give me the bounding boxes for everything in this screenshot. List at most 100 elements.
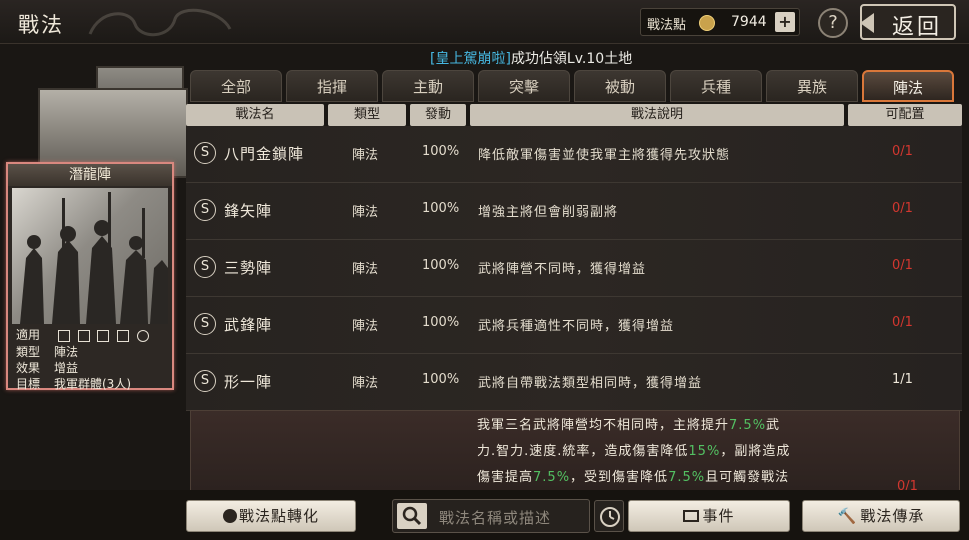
info-key: 適用 — [16, 328, 41, 342]
tactic-config-count: 0/1 — [892, 315, 913, 330]
tactic-config-count: 1/1 — [892, 372, 913, 387]
tactic-points-value: 7944 — [731, 14, 767, 30]
cavalry-icon — [57, 329, 70, 342]
history-clock-button[interactable] — [594, 500, 624, 532]
inherit-tactic-label: 戰法傳承 — [860, 507, 925, 525]
back-button[interactable]: 返回 — [860, 4, 956, 40]
tactic-rate: 100% — [422, 201, 460, 216]
wheel-icon — [137, 329, 150, 342]
grade-s-badge: S — [194, 370, 216, 392]
info-value: 陣法 — [54, 345, 79, 359]
tactic-description: 武將兵種適性不同時，獲得增益 — [478, 319, 675, 334]
tactic-rate: 100% — [422, 258, 460, 273]
tactic-config-count: 0/1 — [892, 258, 913, 273]
detail-text: 武 — [766, 418, 781, 433]
search-box[interactable]: 戰法名稱或描述 — [392, 499, 590, 533]
info-row-target: 目標 我軍群體(3人) — [16, 375, 131, 392]
tab-all[interactable]: 全部 — [190, 70, 282, 102]
tactic-name: 武鋒陣 — [224, 316, 273, 334]
convert-points-button[interactable]: 戰法點轉化 — [186, 500, 356, 532]
column-header-config[interactable]: 可配置 — [848, 104, 962, 126]
announcement-player: [皇上駕崩啦] — [430, 51, 511, 67]
tactic-description: 降低敵軍傷害並使我軍主將獲得先攻狀態 — [478, 148, 731, 163]
tab-assault[interactable]: 突擊 — [478, 70, 570, 102]
column-header-rate[interactable]: 發動 — [410, 104, 466, 126]
tactic-rate: 100% — [422, 144, 460, 159]
search-input[interactable]: 戰法名稱或描述 — [439, 507, 551, 528]
grade-s-badge: S — [194, 142, 216, 164]
detail-value: 15% — [688, 444, 721, 459]
search-icon[interactable] — [397, 503, 427, 529]
selected-tactic-card[interactable]: 潛龍陣 適用 類型 陣法 效果 增益 目標 我軍群體(3人) — [6, 162, 174, 392]
selected-tactic-detail[interactable]: 我軍三名武將陣營均不相同時，主將提升7.5%武 力.智力.速度.統率，造成傷害降… — [190, 410, 960, 500]
tactic-points-label: 戰法點 — [647, 18, 687, 33]
info-row-effect: 效果 增益 — [16, 359, 78, 376]
tactic-description: 增強主將但會削弱副將 — [478, 205, 619, 220]
info-key: 效果 — [16, 361, 41, 375]
detail-text: 力.智力.速度.統率，造成傷害降低 — [477, 444, 689, 459]
detail-value: 7.5% — [668, 470, 706, 485]
tactic-config-count: 0/1 — [892, 144, 913, 159]
column-header-name[interactable]: 戰法名 — [186, 104, 324, 126]
tab-troop-type[interactable]: 兵種 — [670, 70, 762, 102]
tab-command[interactable]: 指揮 — [286, 70, 378, 102]
inherit-tactic-button[interactable]: 🔨 戰法傳承 — [802, 500, 960, 532]
tactic-type: 陣法 — [352, 319, 379, 334]
info-value: 我軍群體(3人) — [54, 377, 131, 391]
column-header-type[interactable]: 類型 — [328, 104, 406, 126]
tactic-card-artwork — [12, 188, 168, 324]
table-row[interactable]: S 武鋒陣 陣法 100% 武將兵種適性不同時，獲得增益 0/1 — [186, 297, 962, 354]
tactic-description: 武將陣營不同時，獲得增益 — [478, 262, 647, 277]
table-header: 戰法名 類型 發動 戰法說明 可配置 — [186, 104, 962, 126]
info-key: 目標 — [16, 377, 41, 391]
event-button[interactable]: 事件 — [628, 500, 790, 532]
spear-icon — [117, 329, 130, 342]
tactic-category-tabs: 全部 指揮 主動 突擊 被動 兵種 異族 陣法 — [190, 70, 960, 104]
announcement-banner: [皇上駕崩啦]成功佔領Lv.10土地 — [430, 48, 632, 68]
tactic-type: 陣法 — [352, 262, 379, 277]
info-key: 類型 — [16, 345, 41, 359]
hammer-icon: 🔨 — [837, 507, 858, 525]
shield-icon — [77, 329, 90, 342]
detail-value: 7.5% — [729, 418, 767, 433]
info-row-type: 類型 陣法 — [16, 343, 78, 360]
detail-text: 我軍三名武將陣營均不相同時，主將提升 — [477, 418, 730, 433]
info-value: 增益 — [54, 361, 79, 375]
tactic-rate: 100% — [422, 315, 460, 330]
tactic-name: 形一陣 — [224, 373, 273, 391]
add-points-button[interactable]: + — [775, 12, 795, 32]
tab-foreign[interactable]: 異族 — [766, 70, 858, 102]
info-row-usable: 適用 — [16, 326, 153, 343]
crossbow-icon — [97, 329, 110, 342]
ticket-icon — [683, 510, 700, 522]
page-title: 戰法 — [18, 13, 64, 37]
detail-description: 我軍三名武將陣營均不相同時，主將提升7.5%武 力.智力.速度.統率，造成傷害降… — [477, 413, 857, 491]
table-row[interactable]: S 八門金鎖陣 陣法 100% 降低敵軍傷害並使我軍主將獲得先攻狀態 0/1 — [186, 126, 962, 183]
detail-text: ，受到傷害降低 — [570, 470, 669, 485]
tactic-name: 三勢陣 — [224, 259, 273, 277]
convert-points-label: 戰法點轉化 — [238, 507, 319, 525]
grade-s-badge: S — [194, 199, 216, 221]
table-row[interactable]: S 鋒矢陣 陣法 100% 增強主將但會削弱副將 0/1 — [186, 183, 962, 240]
detail-text: 傷害提高 — [477, 470, 534, 485]
announcement-text: 成功佔領Lv.10土地 — [510, 51, 633, 67]
event-label: 事件 — [702, 507, 735, 525]
tab-formation[interactable]: 陣法 — [862, 70, 954, 102]
tactic-card-name: 潛龍陣 — [8, 164, 172, 186]
tactic-name: 鋒矢陣 — [224, 202, 273, 220]
tactic-points-display: 戰法點 7944 + — [640, 8, 800, 36]
help-button[interactable]: ? — [818, 8, 848, 38]
detail-text: 且可觸發戰法 — [705, 470, 790, 485]
tactic-name: 八門金鎖陣 — [224, 145, 305, 163]
tab-passive[interactable]: 被動 — [574, 70, 666, 102]
tab-active[interactable]: 主動 — [382, 70, 474, 102]
detail-value: 7.5% — [533, 470, 571, 485]
table-row[interactable]: S 形一陣 陣法 100% 武將自帶戰法類型相同時，獲得增益 1/1 — [186, 354, 962, 411]
tactic-config-count: 0/1 — [892, 201, 913, 216]
tactic-type: 陣法 — [352, 205, 379, 220]
clock-icon — [600, 507, 620, 527]
table-row[interactable]: S 三勢陣 陣法 100% 武將陣營不同時，獲得增益 0/1 — [186, 240, 962, 297]
grade-s-badge: S — [194, 256, 216, 278]
top-bar: 戰法 戰法點 7944 + ? 返回 — [0, 0, 969, 44]
detail-line: 力.智力.速度.統率，造成傷害降低15%，副將造成 — [477, 439, 857, 465]
